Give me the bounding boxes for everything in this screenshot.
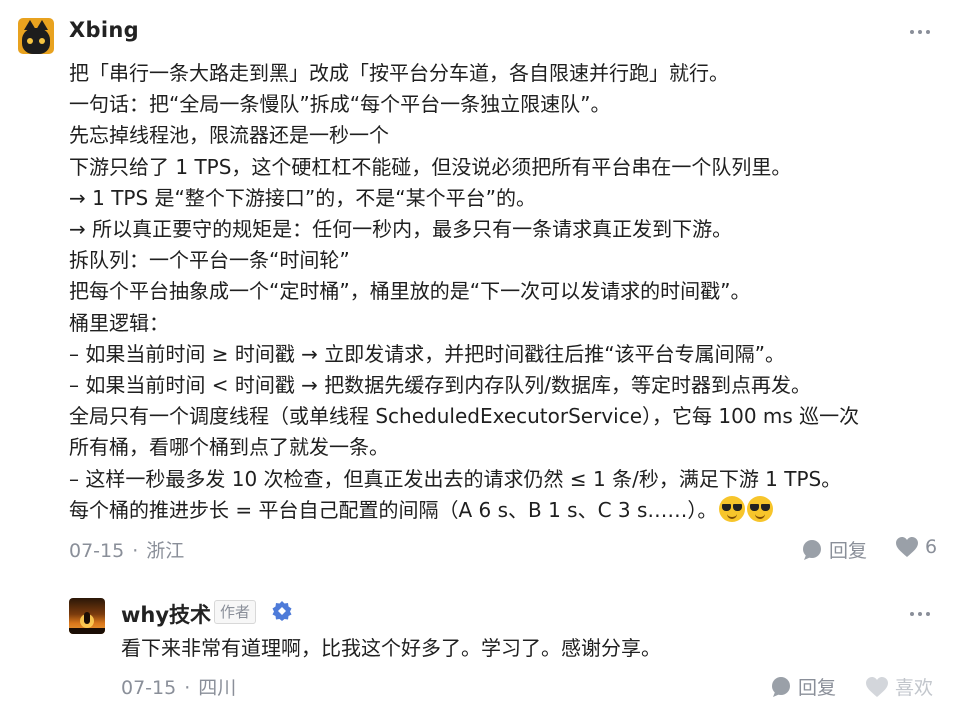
more-options-icon[interactable]: [910, 28, 932, 36]
comment-line: – 如果当前时间 ≥ 时间戳 → 立即发请求，并把时间戳往后推“该平台专属间隔”…: [69, 341, 786, 366]
reply-label: 回复: [829, 540, 868, 562]
comment-line-last: 每个桶的推进步长 = 平台自己配置的间隔（A 6 s、B 1 s、C 3 s………: [69, 495, 949, 526]
avatar[interactable]: [18, 18, 54, 54]
like-button[interactable]: 6: [895, 536, 937, 558]
comment-line: 把每个平台抽象成一个“定时桶”，桶里放的是“下一次可以发请求的时间戳”。: [69, 279, 751, 304]
verified-badge-icon: [272, 601, 292, 621]
reply-meta: 07-15 · 四川: [121, 677, 237, 699]
comment-line: 把「串行一条大路走到黑」改成「按平台分车道，各自限速并行跑」就行。: [69, 61, 729, 85]
comment-bubble-icon: [803, 539, 821, 560]
comment-line: 所有桶，看哪个桶到点了就发一条。: [69, 435, 389, 460]
sunglasses-emoji: [719, 495, 746, 522]
reply-button[interactable]: 回复: [801, 536, 867, 563]
cat-face: [22, 28, 50, 54]
comment-date: 07-15: [69, 540, 125, 562]
more-options-icon[interactable]: [910, 610, 932, 618]
comment-text: 把「串行一条大路走到黑」改成「按平台分车道，各自限速并行跑」就行。 一句话：把“…: [69, 58, 949, 526]
comment-bubble-icon: [772, 676, 790, 697]
reply-label: 回复: [798, 677, 837, 699]
comment-line: 先忘掉线程池，限流器还是一秒一个: [69, 123, 389, 148]
comment-line: 拆队列：一个平台一条“时间轮”: [69, 248, 350, 273]
heart-icon: [866, 676, 888, 697]
comment-line: 一句话：把“全局一条慢队”拆成“每个平台一条独立限速队”。: [69, 92, 611, 117]
comment-author[interactable]: Xbing: [69, 18, 139, 42]
reply-avatar[interactable]: [69, 598, 105, 634]
comment-line: 桶里逻辑：: [69, 310, 169, 335]
reply-date: 07-15: [121, 677, 177, 699]
comment-location: 浙江: [146, 540, 185, 562]
reply-text: 看下来非常有道理啊，比我这个好多了。学习了。感谢分享。: [121, 636, 661, 660]
reply-author[interactable]: why技术: [121, 599, 211, 629]
sunglasses-emoji: [747, 495, 774, 522]
comment-line: – 这样一秒最多发 10 次检查，但真正发出去的请求仍然 ≤ 1 条/秒，满足下…: [69, 466, 842, 491]
comment-line: → 所以真正要守的规矩是：任何一秒内，最多只有一条请求真正发到下游。: [69, 217, 733, 242]
like-count: 6: [925, 536, 938, 558]
comment-line: 下游只给了 1 TPS，这个硬杠杠不能碰，但没说必须把所有平台串在一个队列里。: [69, 154, 792, 179]
heart-icon: [896, 537, 918, 557]
comment-line: → 1 TPS 是“整个下游接口”的，不是“某个平台”的。: [69, 185, 536, 210]
like-label: 喜欢: [895, 677, 934, 699]
reply-button[interactable]: 回复: [770, 673, 836, 700]
author-badge: 作者: [214, 600, 257, 624]
comment-line: 全局只有一个调度线程（或单线程 ScheduledExecutorService…: [69, 404, 860, 429]
reply-location: 四川: [198, 677, 237, 699]
comment-meta: 07-15 · 浙江: [69, 540, 185, 562]
comment-line: – 如果当前时间 < 时间戳 → 把数据先缓存到内存队列/数据库，等定时器到点再…: [69, 373, 812, 398]
like-button[interactable]: 喜欢: [865, 673, 933, 700]
